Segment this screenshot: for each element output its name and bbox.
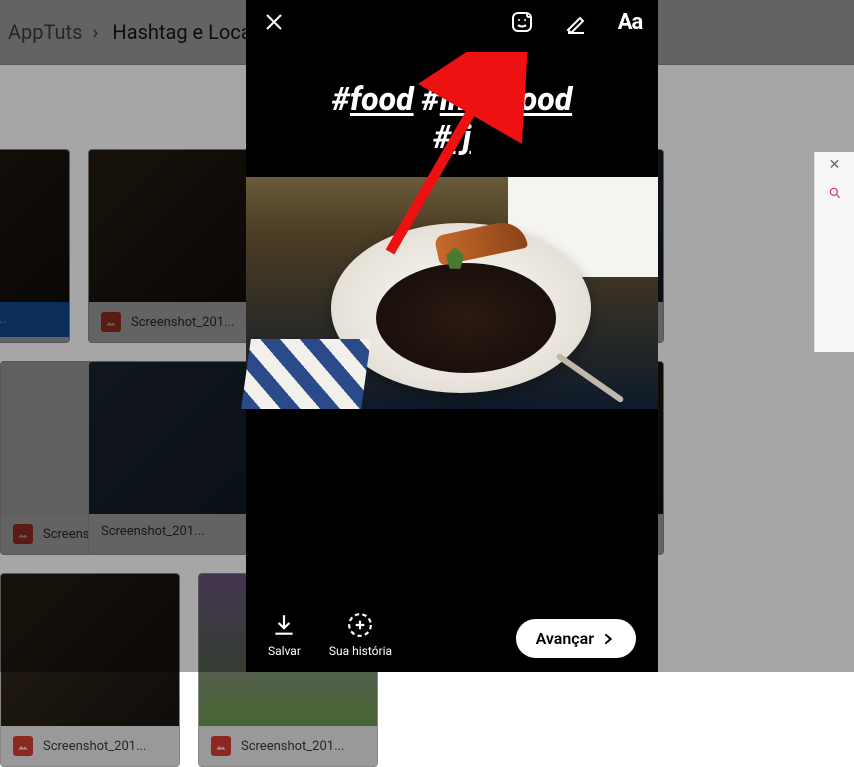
side-panel: ✕ [814, 152, 854, 352]
next-button[interactable]: Avançar [516, 619, 636, 658]
draw-icon[interactable] [562, 8, 590, 36]
story-photo[interactable] [246, 177, 658, 409]
file-label-bar: Screenshot_201... [199, 726, 377, 766]
file-label: Screenshot_201... [241, 739, 344, 754]
photo-food [376, 263, 556, 373]
photo-fork [556, 352, 625, 403]
add-story-icon [347, 612, 373, 638]
sticker-icon[interactable] [508, 8, 536, 36]
story-editor: Aa #food #instafood#rj Salvar Sua histór… [246, 0, 658, 672]
close-button[interactable] [260, 8, 288, 36]
your-story-label: Sua história [329, 644, 392, 658]
editor-toolbar: Aa [246, 0, 658, 44]
editor-bottom-bar: Salvar Sua história Avançar [246, 612, 658, 658]
text-tool-button[interactable]: Aa [616, 8, 644, 36]
chevron-right-icon [600, 631, 616, 647]
photo-tablecloth [241, 339, 371, 409]
next-label: Avançar [536, 629, 594, 648]
file-label: Screenshot_201... [43, 739, 146, 754]
image-icon [13, 736, 33, 756]
your-story-button[interactable]: Sua história [329, 612, 392, 658]
file-label-bar: Screenshot_201... [1, 726, 179, 766]
image-icon [211, 736, 231, 756]
text-tool-label: Aa [618, 10, 643, 35]
hashtag-text[interactable]: #food #instafood#rj [246, 44, 658, 167]
save-label: Salvar [268, 644, 301, 658]
download-icon [271, 612, 297, 638]
save-button[interactable]: Salvar [268, 612, 301, 658]
close-icon[interactable]: ✕ [815, 152, 854, 178]
search-icon[interactable] [815, 178, 854, 208]
